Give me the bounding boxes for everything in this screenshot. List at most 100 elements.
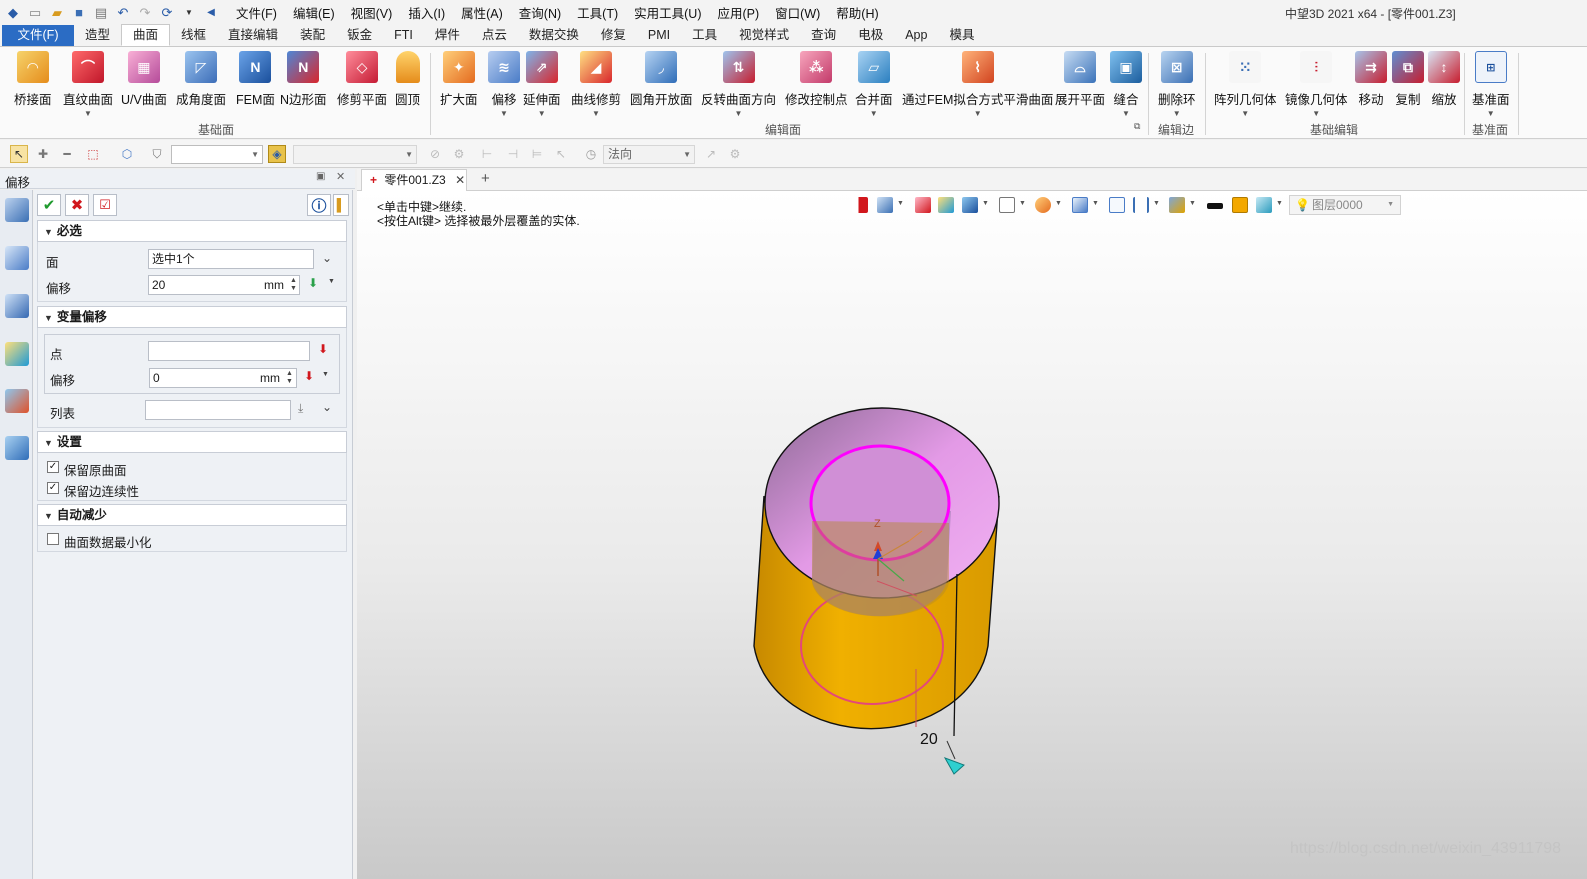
- assembly-tree-icon[interactable]: [5, 294, 29, 318]
- fem-fit-dropdown-icon[interactable]: ▼: [974, 110, 982, 118]
- measure-pick-icon[interactable]: ⬇: [308, 276, 318, 290]
- section-variable-offset[interactable]: ▼ 变量偏移: [37, 306, 347, 328]
- minimize-data-checkbox[interactable]: [47, 533, 59, 545]
- history-tree-icon[interactable]: [5, 246, 29, 270]
- offset-spinner[interactable]: ▲ ▼: [290, 277, 297, 293]
- user-role-icon[interactable]: [5, 436, 29, 460]
- save-icon[interactable]: ■: [70, 4, 88, 22]
- list-expand-chevron-icon[interactable]: ⌄: [322, 400, 332, 414]
- tab-fti[interactable]: FTI: [383, 25, 424, 46]
- menu-query[interactable]: 查询(N): [519, 3, 561, 22]
- n-sided-surface-button[interactable]: N N边形面: [280, 51, 327, 108]
- document-tab[interactable]: + 零件001.Z3 ✕: [361, 169, 467, 191]
- section-settings[interactable]: ▼ 设置: [37, 431, 347, 453]
- move-button[interactable]: ⇉ 移动: [1355, 51, 1387, 108]
- cancel-button[interactable]: ✖: [65, 194, 89, 216]
- menu-view[interactable]: 视图(V): [351, 3, 393, 22]
- tab-visual-style[interactable]: 视觉样式: [728, 25, 800, 46]
- tab-point-cloud[interactable]: 点云: [471, 25, 518, 46]
- close-icon[interactable]: ✕: [336, 170, 345, 183]
- point-pick-icon[interactable]: ⬇: [318, 342, 328, 356]
- modify-control-points-button[interactable]: ⁂ 修改控制点: [785, 51, 848, 108]
- keep-continuity-checkbox[interactable]: ✓: [47, 482, 59, 494]
- reverse-direction-button[interactable]: ⇅ 反转曲面方向 ▼: [701, 51, 776, 118]
- sew-dropdown-icon[interactable]: ▼: [1122, 110, 1130, 118]
- help-button[interactable]: ▌: [333, 194, 349, 216]
- print-icon[interactable]: ▤: [92, 4, 110, 22]
- select-pointer-icon[interactable]: ↖: [10, 145, 28, 163]
- offset-button[interactable]: ≋ 偏移 ▼: [488, 51, 520, 118]
- open-folder-icon[interactable]: ▰: [48, 4, 66, 22]
- curve-trim-button[interactable]: ◢ 曲线修剪 ▼: [571, 51, 621, 118]
- direction-combo[interactable]: 法向 ▼: [603, 145, 695, 164]
- tab-surface[interactable]: 曲面: [121, 24, 171, 46]
- tab-file[interactable]: 文件(F): [2, 25, 74, 46]
- mirror-geometry-button[interactable]: ⫶ 镜像几何体 ▼: [1285, 51, 1348, 118]
- variable-measure-dropdown-icon[interactable]: ▼: [322, 371, 329, 378]
- uv-surface-button[interactable]: ▦ U/V曲面: [121, 51, 167, 108]
- menu-file[interactable]: 文件(F): [236, 3, 277, 22]
- fem-fit-smooth-button[interactable]: ⌇ 通过FEM拟合方式平滑曲面 ▼: [902, 51, 1053, 118]
- merge-face-button[interactable]: ▱ 合并面 ▼: [855, 51, 893, 118]
- tab-electrode[interactable]: 电极: [847, 25, 894, 46]
- close-tab-icon[interactable]: ✕: [455, 173, 465, 187]
- tab-tools[interactable]: 工具: [681, 25, 728, 46]
- scale-button[interactable]: ↕ 缩放: [1428, 51, 1460, 108]
- cylinder-model[interactable]: Z 20: [753, 407, 1000, 775]
- mirror-dropdown-icon[interactable]: ▼: [1312, 110, 1320, 118]
- section-auto-reduce[interactable]: ▼ 自动减少: [37, 504, 347, 526]
- tab-wireframe[interactable]: 线框: [170, 25, 217, 46]
- remove-selection-icon[interactable]: ━: [58, 145, 76, 163]
- point-field[interactable]: [148, 341, 310, 361]
- reverse-direction-dropdown-icon[interactable]: ▼: [735, 110, 743, 118]
- new-file-icon[interactable]: ▭: [26, 4, 44, 22]
- tab-mold[interactable]: 模具: [938, 25, 985, 46]
- variable-offset-spinner[interactable]: ▲ ▼: [286, 370, 293, 386]
- filter-combo[interactable]: ▼: [171, 145, 263, 164]
- direction-cone-handle[interactable]: [943, 757, 965, 775]
- bridge-surface-button[interactable]: ◠ 桥接面: [14, 51, 52, 108]
- model-canvas[interactable]: Z 20: [357, 191, 1587, 879]
- info-button[interactable]: ⓘ: [307, 194, 331, 216]
- tab-modeling[interactable]: 造型: [74, 25, 121, 46]
- menu-apps[interactable]: 应用(P): [717, 3, 759, 22]
- undo-icon[interactable]: ↶: [114, 4, 132, 22]
- merge-face-dropdown-icon[interactable]: ▼: [870, 110, 878, 118]
- tab-direct-edit[interactable]: 直接编辑: [217, 25, 289, 46]
- filter-icon[interactable]: ⛉: [148, 145, 166, 163]
- extend-surface-button[interactable]: ⇗ 延伸面 ▼: [523, 51, 561, 118]
- menu-edit[interactable]: 编辑(E): [293, 3, 335, 22]
- redo-icon[interactable]: ↷: [136, 4, 154, 22]
- apply-button[interactable]: ☑: [93, 194, 117, 216]
- hexagon-filter-icon[interactable]: ⬡: [118, 145, 136, 163]
- section-required[interactable]: ▼ 必选: [37, 220, 347, 242]
- expand-chevron-icon[interactable]: ⌄: [322, 251, 332, 265]
- angled-surface-button[interactable]: ◸ 成角度面: [176, 51, 226, 108]
- part-view-icon[interactable]: [5, 342, 29, 366]
- delete-loop-dropdown-icon[interactable]: ▼: [1173, 110, 1181, 118]
- 3d-viewport[interactable]: <单击中键>继续. <按住Alt键> 选择被最外层覆盖的实体. ▼ ▼ ▼ ▼ …: [357, 191, 1587, 879]
- box-select-icon[interactable]: ⬚: [84, 145, 102, 163]
- tab-assembly[interactable]: 装配: [289, 25, 336, 46]
- unfold-plane-button[interactable]: ⌓ 展开平面: [1055, 51, 1105, 108]
- sew-button[interactable]: ▣ 缝合 ▼: [1110, 51, 1142, 118]
- keep-original-checkbox[interactable]: ✓: [47, 461, 59, 473]
- measure-dropdown-icon[interactable]: ▼: [328, 278, 335, 285]
- refresh-icon[interactable]: ⟳: [158, 4, 176, 22]
- surface-feature-icon[interactable]: [5, 198, 29, 222]
- copy-button[interactable]: ⧉ 复制: [1392, 51, 1424, 108]
- group-expand-icon[interactable]: ⧉: [1134, 121, 1140, 132]
- fillet-open-face-button[interactable]: ◞ 圆角开放面: [630, 51, 693, 108]
- face-selection-field[interactable]: 选中1个: [148, 249, 314, 269]
- menu-help[interactable]: 帮助(H): [836, 3, 878, 22]
- pattern-geometry-button[interactable]: ⁙ 阵列几何体 ▼: [1214, 51, 1277, 118]
- new-tab-icon[interactable]: +: [481, 170, 490, 187]
- pattern-dropdown-icon[interactable]: ▼: [1241, 110, 1249, 118]
- datum-plane-button[interactable]: ⊞ 基准面 ▼: [1472, 51, 1510, 118]
- extend-surface-dropdown-icon[interactable]: ▼: [538, 110, 546, 118]
- image-import-icon[interactable]: [5, 389, 29, 413]
- tab-weldment[interactable]: 焊件: [424, 25, 471, 46]
- menu-utilities[interactable]: 实用工具(U): [634, 3, 701, 22]
- tab-inquiry[interactable]: 查询: [800, 25, 847, 46]
- fem-surface-button[interactable]: N FEM面: [236, 51, 275, 108]
